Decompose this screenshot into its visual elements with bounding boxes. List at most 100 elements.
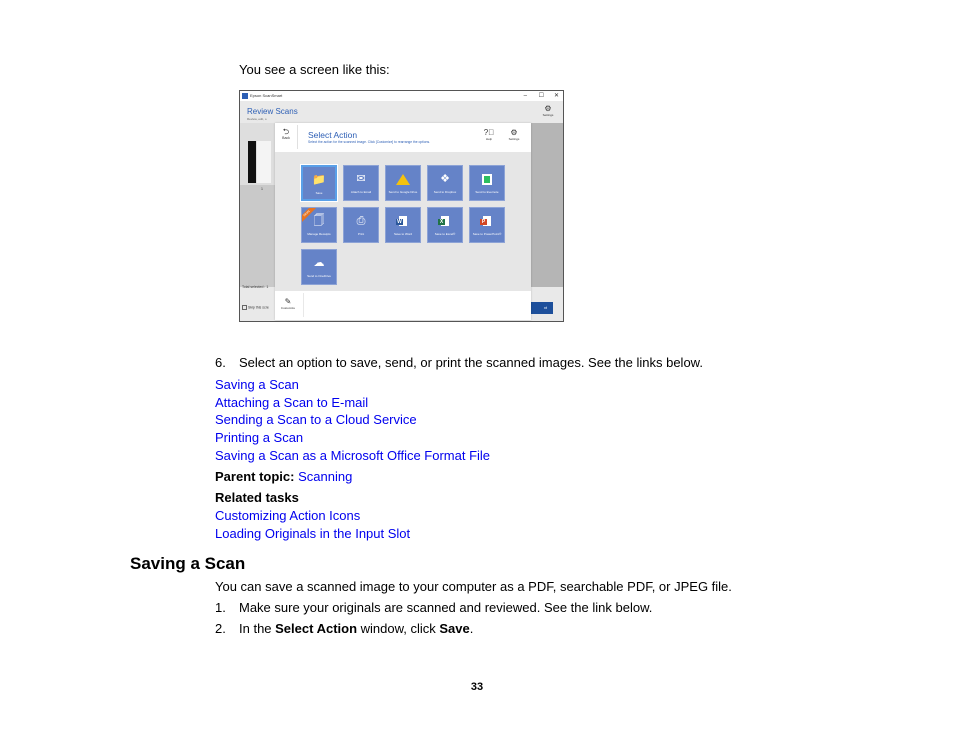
back-label: Back <box>282 136 290 140</box>
back-button[interactable]: ⮌ Back <box>279 127 293 140</box>
step-1-number: 1. <box>215 600 226 615</box>
tile-print[interactable]: ⎙ Print <box>343 207 379 243</box>
step-2-text: In the Select Action window, click Save. <box>239 621 473 637</box>
minimize-button[interactable]: – <box>524 91 527 101</box>
receipt-icon: 🗍 <box>313 215 325 227</box>
skip-label: Skip this scre <box>248 305 269 310</box>
app-icon <box>242 93 248 99</box>
checkbox-box[interactable] <box>242 305 247 310</box>
scan-thumbnail-doc[interactable] <box>257 141 271 183</box>
total-selected: Total selected : 1 <box>242 285 269 289</box>
printer-icon: ⎙ <box>356 215 366 227</box>
excel-icon: X <box>428 214 462 228</box>
powerpoint-icon: P <box>470 214 504 228</box>
link-printing-scan[interactable]: Printing a Scan <box>215 430 303 445</box>
tile-google-drive[interactable]: Send to Google Drive <box>385 165 421 201</box>
link-attaching-scan-email[interactable]: Attaching a Scan to E-mail <box>215 395 368 410</box>
parent-topic-label: Parent topic: <box>215 469 295 484</box>
close-button[interactable]: ✕ <box>554 91 559 101</box>
header-divider <box>297 125 298 149</box>
review-title: Review Scans <box>247 107 298 116</box>
link-scanning[interactable]: Scanning <box>298 469 352 484</box>
link-office-format[interactable]: Saving a Scan as a Microsoft Office Form… <box>215 448 490 463</box>
step-1-text: Make sure your originals are scanned and… <box>239 600 653 615</box>
envelope-icon: ✉ <box>356 173 366 185</box>
review-scans-window: Review Scans Review, edit, o ⚙ Settings … <box>240 101 563 321</box>
parent-topic: Parent topic: Scanning <box>215 469 352 485</box>
tile-label: Send to OneDrive <box>307 274 331 278</box>
tile-label: Save to Excel® <box>434 232 456 236</box>
dialog-header: ⮌ Back Select Action Select the action f… <box>275 123 531 152</box>
tile-save-excel[interactable]: X Save to Excel® <box>427 207 463 243</box>
review-subtitle: Review, edit, o <box>247 117 267 121</box>
link-loading-originals[interactable]: Loading Originals in the Input Slot <box>215 526 410 541</box>
step-2-save: Save <box>439 621 470 636</box>
footer-divider <box>303 293 304 317</box>
dialog-subtitle: Select the action for the scanned image.… <box>308 140 431 144</box>
google-drive-icon <box>386 172 420 186</box>
dropbox-icon: ❖ <box>440 173 450 185</box>
dialog-footer: ✎ Customize <box>275 291 531 320</box>
help-label: Help <box>485 137 493 141</box>
tile-label: Manage Receipts <box>307 232 331 236</box>
settings-label: Settings <box>508 137 520 141</box>
tile-label: Send to Dropbox <box>433 190 457 194</box>
tile-label: Save <box>315 191 323 195</box>
tile-evernote[interactable]: Send to Evernote <box>469 165 505 201</box>
step-2-post: . <box>469 621 474 636</box>
customize-label: Customize <box>280 306 296 310</box>
tile-label: Send to Evernote <box>475 190 499 194</box>
review-header: Review Scans Review, edit, o ⚙ Settings <box>240 101 563 123</box>
help-icon: ?⃝ <box>483 128 495 137</box>
gear-icon: ⚙ <box>544 104 552 113</box>
tile-onedrive[interactable]: ☁ Send to OneDrive <box>301 249 337 285</box>
back-arrow-icon: ⮌ <box>282 127 290 136</box>
folder-save-icon: 📁 <box>312 174 326 186</box>
section-heading: Saving a Scan <box>130 554 246 573</box>
tile-save-powerpoint[interactable]: P Save to PowerPoint® <box>469 207 505 243</box>
step-2-pre: In the <box>239 621 276 636</box>
window-titlebar: Epson ScanSmart – ☐ ✕ <box>240 91 563 101</box>
scansmart-screenshot: Epson ScanSmart – ☐ ✕ Review Scans Revie… <box>239 90 564 322</box>
select-action-dialog: ⮌ Back Select Action Select the action f… <box>275 123 531 320</box>
tile-label: Attach to Email <box>350 190 372 194</box>
gear-icon: ⚙ <box>510 128 518 137</box>
page-number: 33 <box>470 681 484 693</box>
bg-settings-button[interactable]: ⚙ Settings <box>536 104 560 117</box>
word-icon: W <box>386 214 420 228</box>
skip-checkbox[interactable]: Skip this scre <box>242 305 269 310</box>
tile-label: Save to PowerPoint® <box>472 232 502 236</box>
tile-save-word[interactable]: W Save to Word <box>385 207 421 243</box>
tile-label: Save to Word <box>393 232 413 236</box>
onedrive-icon: ☁ <box>313 257 325 269</box>
link-customizing-icons[interactable]: Customizing Action Icons <box>215 508 360 523</box>
maximize-button[interactable]: ☐ <box>539 91 544 101</box>
window-title: Epson ScanSmart <box>250 93 283 98</box>
step-6-number: 6. <box>215 355 226 370</box>
customize-icon: ✎ <box>284 297 292 306</box>
step-2-mid: window, click <box>357 621 440 636</box>
settings-button[interactable]: ⚙ Settings <box>505 128 523 141</box>
thumbnail-pane <box>240 123 276 185</box>
link-saving-a-scan[interactable]: Saving a Scan <box>215 377 299 392</box>
link-cloud-service[interactable]: Sending a Scan to a Cloud Service <box>215 412 417 427</box>
step-2-select-action: Select Action <box>275 621 358 636</box>
bg-settings-label: Settings <box>542 113 554 117</box>
section-intro: You can save a scanned image to your com… <box>215 579 732 594</box>
intro-text: You see a screen like this: <box>239 62 390 77</box>
customize-button[interactable]: ✎ Customize <box>278 297 298 310</box>
scan-thumbnail-dark[interactable] <box>248 141 256 183</box>
tile-dropbox[interactable]: ❖ Send to Dropbox <box>427 165 463 201</box>
related-tasks-heading: Related tasks <box>215 490 299 505</box>
preview-area <box>529 123 563 293</box>
tile-label: Print <box>357 232 365 236</box>
dialog-title: Select Action <box>308 130 358 140</box>
thumbnail-number: 1 <box>261 187 263 191</box>
tile-label: Send to Google Drive <box>388 190 418 194</box>
help-button[interactable]: ?⃝ Help <box>482 128 496 141</box>
step-2-number: 2. <box>215 621 226 636</box>
step-6-text: Select an option to save, send, or print… <box>239 355 703 370</box>
tile-save[interactable]: 📁 Save <box>300 164 338 202</box>
tile-attach-email[interactable]: ✉ Attach to Email <box>343 165 379 201</box>
tile-manage-receipts[interactable]: TRIAL 🗍 Manage Receipts <box>301 207 337 243</box>
